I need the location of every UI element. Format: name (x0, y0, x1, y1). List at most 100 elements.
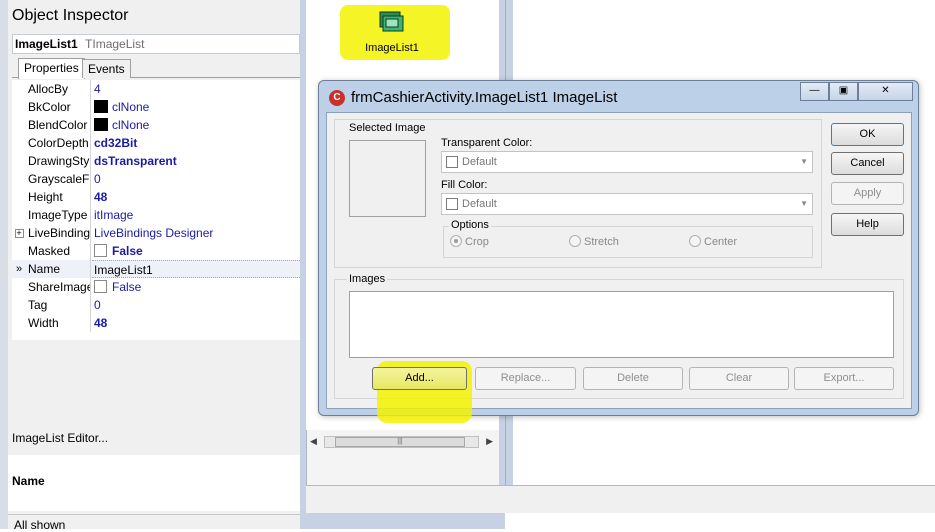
property-name: BkColor (28, 100, 71, 114)
clear-button[interactable]: Clear (689, 367, 789, 390)
options-label: Options (449, 219, 491, 231)
property-value[interactable]: 0 (92, 170, 300, 188)
color-swatch (94, 100, 108, 113)
property-row-masked[interactable]: Masked False (12, 242, 300, 260)
delete-button[interactable]: Delete (583, 367, 683, 390)
description-title: Name (12, 474, 45, 488)
property-row-drawingstyle[interactable]: DrawingStyle dsTransparent (12, 152, 300, 170)
property-name: ImageType (28, 208, 88, 222)
current-row-arrow-icon: » (15, 263, 23, 275)
horizontal-scrollbar[interactable]: ◀ ||| ▶ (310, 434, 493, 450)
export-button[interactable]: Export... (794, 367, 894, 390)
inspector-left-strip (0, 0, 8, 529)
dialog-client: Selected Image Transparent Color: Defaul… (326, 112, 912, 423)
expand-plus-icon[interactable]: + (14, 229, 24, 238)
property-value: clNone (112, 118, 150, 132)
transparent-color-label: Transparent Color: (439, 137, 535, 149)
selected-image-label: Selected Image (347, 122, 428, 134)
property-row-shareimages[interactable]: ShareImages False (12, 278, 300, 296)
object-inspector-panel: Object Inspector ImageList1 TImageList P… (0, 0, 305, 532)
fill-color-label: Fill Color: (439, 179, 490, 191)
property-row-width[interactable]: Width 48 (12, 314, 300, 332)
app-logo-icon: C (329, 90, 345, 106)
property-value[interactable]: 48 (92, 188, 300, 206)
options-group (443, 226, 813, 258)
cancel-button[interactable]: Cancel (831, 152, 904, 175)
property-grid: AllocBy 4 BkColor clNone BlendColor clNo… (12, 80, 300, 340)
ok-button[interactable]: OK (831, 123, 904, 146)
property-name: ColorDepth (28, 136, 89, 150)
radio-center[interactable]: Center (689, 235, 737, 248)
property-value[interactable]: 4 (92, 80, 300, 98)
property-row-imagetype[interactable]: ImageType itImage (12, 206, 300, 224)
inspector-tabs: Properties Events (12, 58, 300, 79)
add-button[interactable]: Add... (372, 367, 467, 390)
replace-button[interactable]: Replace... (475, 367, 576, 390)
property-value[interactable]: LiveBindings Designer (92, 224, 300, 242)
minimize-button[interactable]: — (800, 82, 829, 101)
inspector-title: Object Inspector (12, 7, 129, 24)
property-value: False (112, 280, 142, 294)
property-value[interactable]: cd32Bit (92, 134, 300, 152)
scroll-left-icon[interactable]: ◀ (310, 436, 317, 447)
checkbox[interactable] (94, 244, 107, 257)
property-value[interactable]: itImage (92, 206, 300, 224)
property-value: clNone (112, 100, 150, 114)
property-description-pane (8, 455, 305, 511)
component-selector[interactable]: ImageList1 TImageList (12, 34, 300, 54)
maximize-button[interactable]: ▣ (829, 82, 858, 101)
fill-color-combo[interactable]: Default ▼ (441, 193, 813, 215)
selected-image-preview (349, 140, 426, 217)
property-name: Width (28, 316, 59, 330)
property-name: Masked (28, 244, 71, 258)
property-row-colordepth[interactable]: ColorDepth cd32Bit (12, 134, 300, 152)
imagelist-editor-link[interactable]: ImageList Editor... (12, 431, 108, 445)
transparent-color-combo[interactable]: Default ▼ (441, 151, 813, 173)
property-name: DrawingStyle (28, 154, 90, 168)
apply-button[interactable]: Apply (831, 182, 904, 205)
radio-crop[interactable]: Crop (450, 235, 489, 248)
checkbox[interactable] (94, 280, 107, 293)
scroll-right-icon[interactable]: ▶ (486, 436, 493, 447)
property-row-blendcolor[interactable]: BlendColor clNone (12, 116, 300, 134)
inspector-status-bar: All shown (8, 514, 305, 532)
property-value: False (112, 244, 143, 258)
tab-events[interactable]: Events (82, 59, 131, 78)
property-name: Name (28, 262, 61, 276)
component-label[interactable]: ImageList1 (352, 42, 432, 54)
property-name: BlendColor (28, 118, 88, 132)
dialog-title: frmCashierActivity.ImageList1 ImageList (351, 89, 618, 106)
imagelist-dialog: C frmCashierActivity.ImageList1 ImageLis… (318, 80, 919, 423)
property-name: Tag (28, 298, 48, 312)
imagelist-icon[interactable] (377, 10, 405, 36)
property-name: ShareImages (28, 280, 90, 294)
status-text: All shown (14, 518, 66, 532)
property-value[interactable]: 0 (92, 296, 300, 314)
property-row-tag[interactable]: Tag 0 (12, 296, 300, 314)
close-button[interactable]: ✕ (858, 82, 913, 101)
color-swatch (94, 118, 108, 131)
images-list[interactable] (349, 291, 894, 358)
component-name: ImageList1 (15, 37, 78, 51)
images-label: Images (347, 273, 388, 285)
property-row-livebindings[interactable]: + LiveBindings LiveBindings Designer (12, 224, 300, 242)
radio-stretch[interactable]: Stretch (569, 235, 619, 248)
property-row-grayscalefactor[interactable]: GrayscaleFactor 0 (12, 170, 300, 188)
component-type: TImageList (85, 37, 145, 51)
property-name: GrayscaleFactor (28, 172, 90, 186)
scroll-thumb[interactable]: ||| (335, 437, 465, 447)
form-bottom-bar (306, 485, 935, 513)
property-row-name[interactable]: » Name ImageList1 (12, 260, 300, 278)
property-name: LiveBindings (28, 226, 90, 240)
tab-properties[interactable]: Properties (18, 58, 85, 79)
help-button[interactable]: Help (831, 213, 904, 236)
property-value[interactable]: dsTransparent (92, 152, 300, 170)
property-row-allocby[interactable]: AllocBy 4 (12, 80, 300, 98)
property-row-bkcolor[interactable]: BkColor clNone (12, 98, 300, 116)
property-name: Height (28, 190, 63, 204)
property-name: AllocBy (28, 82, 69, 96)
chevron-down-icon: ▼ (800, 157, 808, 166)
property-value[interactable]: 48 (92, 314, 300, 332)
property-row-height[interactable]: Height 48 (12, 188, 300, 206)
property-value[interactable]: ImageList1 (92, 260, 300, 278)
